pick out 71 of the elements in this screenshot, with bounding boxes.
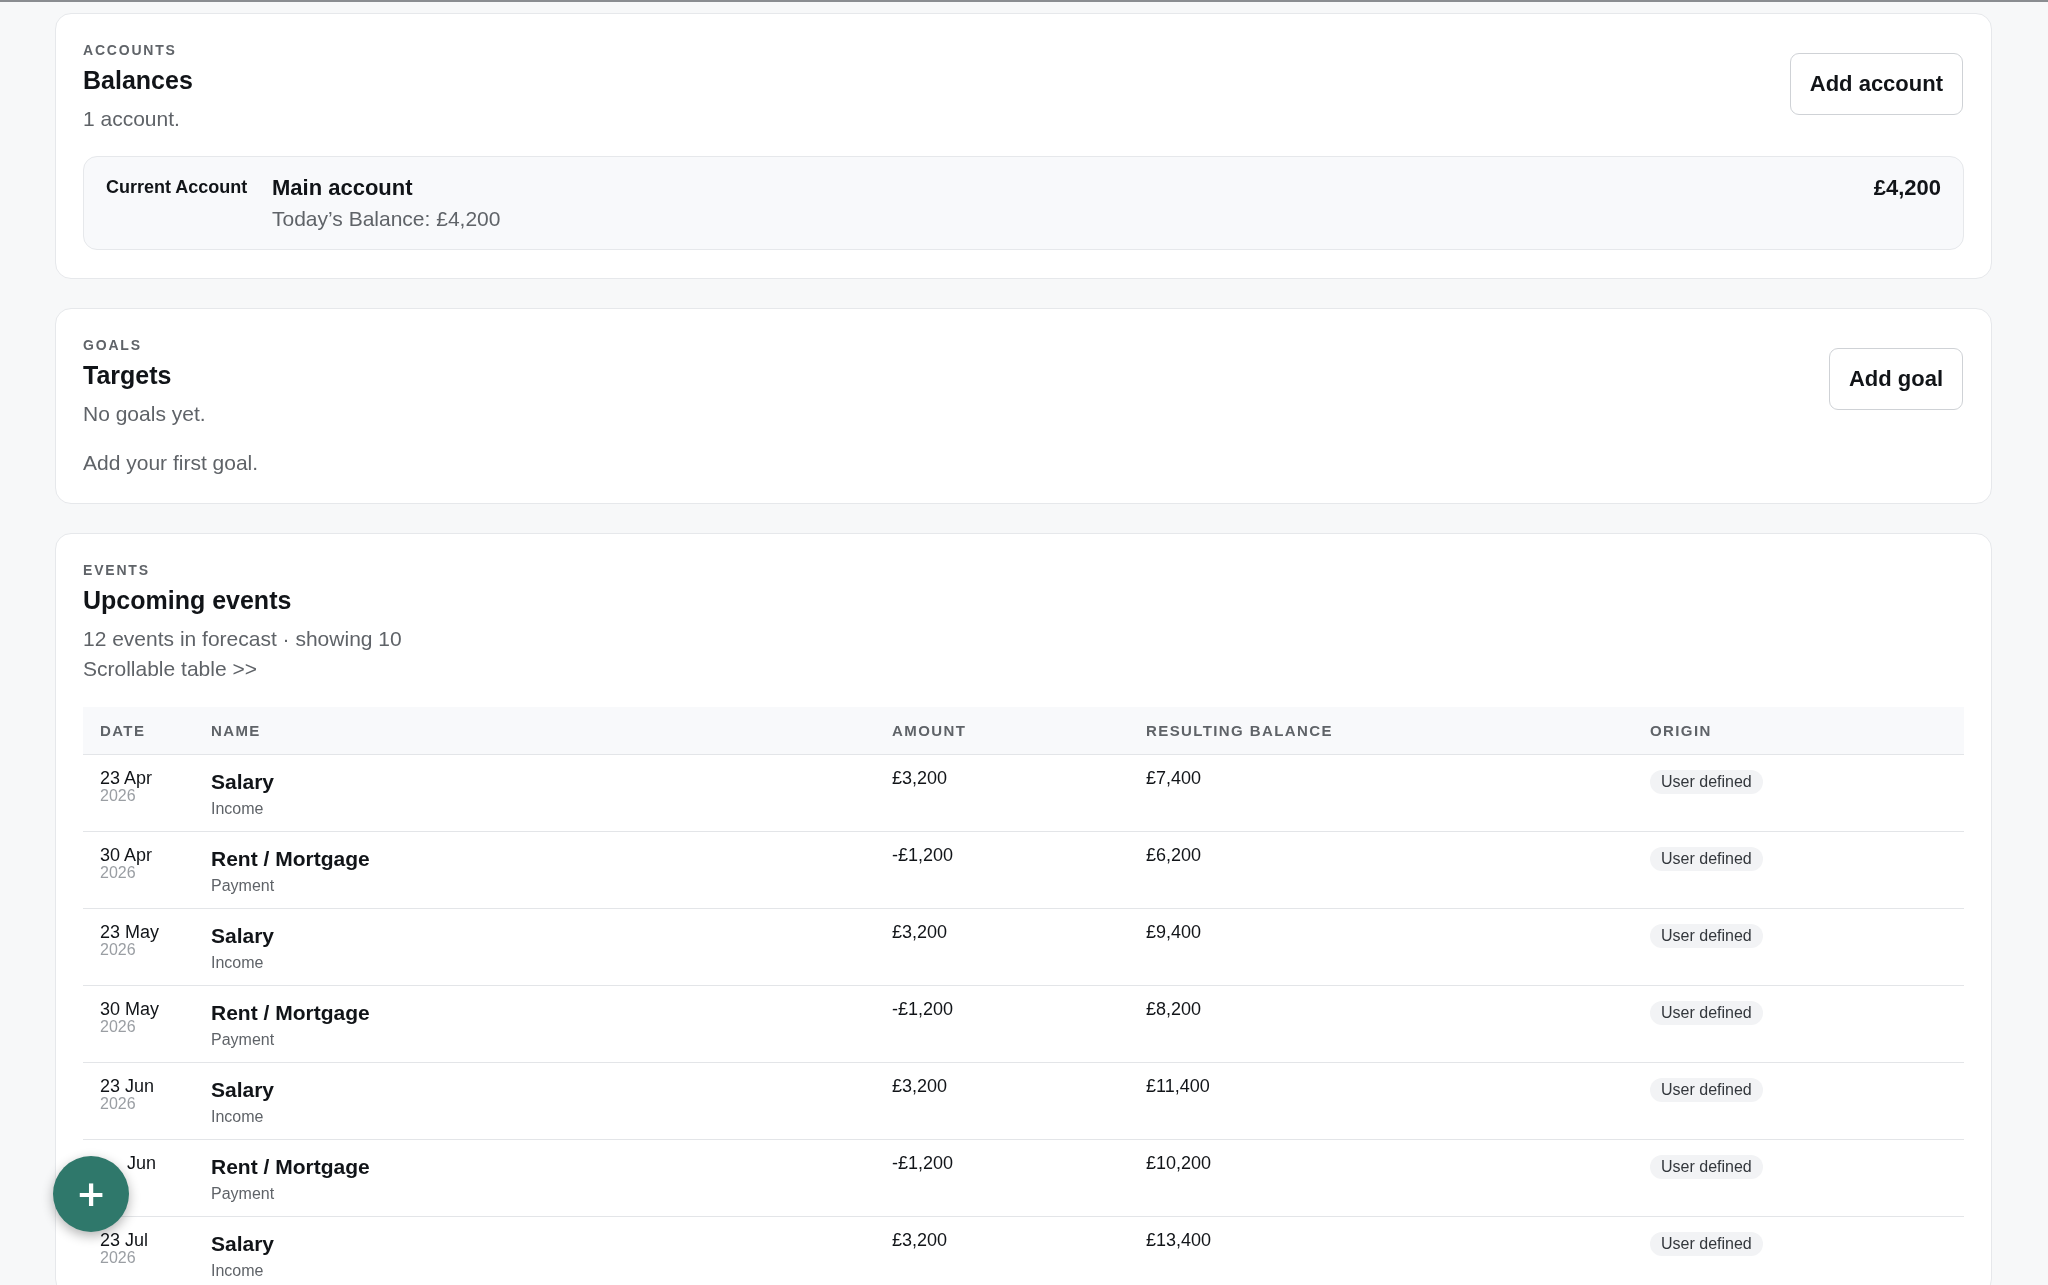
amount-text: -£1,200	[892, 999, 954, 1019]
balance-text: £8,200	[1146, 999, 1202, 1019]
event-date: 23 Jul	[100, 1230, 150, 1251]
account-row[interactable]: Current Account Main account Today’s Balance: £4,200 £4,200	[83, 156, 1964, 250]
event-name: Salary	[211, 1078, 276, 1102]
event-date: 23 Apr	[100, 768, 154, 789]
amount-text: -£1,200	[892, 845, 954, 865]
event-category: Income	[211, 954, 265, 972]
event-name: Salary	[211, 770, 276, 794]
origin-tag: User defined	[1650, 847, 1763, 871]
amount-text: -£1,200	[892, 1153, 954, 1173]
balance-text: £6,200	[1146, 845, 1202, 865]
event-year: 2026	[100, 1018, 136, 1036]
balance-text: £11,400	[1146, 1076, 1210, 1096]
balance-text: £9,400	[1146, 922, 1202, 942]
origin-tag: User defined	[1650, 770, 1763, 794]
add-button[interactable]: Add account	[1789, 53, 1963, 115]
balance-text: £10,200	[1146, 1153, 1212, 1173]
amount-text: £3,200	[892, 922, 948, 942]
event-name: Salary	[211, 924, 276, 948]
amount-text: £3,200	[892, 1076, 948, 1096]
column-header: DATE	[99, 722, 147, 739]
event-category: Payment	[211, 1031, 276, 1049]
event-date: Jun	[126, 1153, 158, 1174]
event-year: 2026	[100, 941, 136, 959]
origin-tag: User defined	[1650, 1001, 1763, 1025]
empty-hint: Add your first goal.	[83, 451, 260, 475]
summary-text: 1 account.	[83, 107, 181, 131]
account-type: Current Account	[106, 177, 249, 198]
event-category: Payment	[211, 877, 276, 895]
origin-tag: User defined	[1650, 924, 1763, 948]
account-balance-detail: Today’s Balance: £4,200	[272, 207, 502, 231]
event-date: 30 Apr	[100, 845, 154, 866]
column-header: NAME	[210, 722, 262, 739]
event-name: Rent / Mortgage	[211, 1155, 371, 1179]
section-title: Targets	[83, 361, 173, 390]
section-title: Upcoming events	[83, 586, 293, 615]
event-name: Rent / Mortgage	[211, 1001, 371, 1025]
section-label: GOALS	[83, 337, 143, 353]
event-category: Payment	[211, 1185, 276, 1203]
column-header: ORIGIN	[1649, 722, 1713, 739]
event-category: Income	[211, 1262, 265, 1280]
section-label: ACCOUNTS	[83, 42, 178, 58]
column-header: AMOUNT	[891, 722, 968, 739]
account-balance: £4,200	[1873, 175, 1941, 201]
account-name: Main account	[272, 175, 414, 201]
event-name: Salary	[211, 1232, 276, 1256]
section-label: EVENTS	[83, 562, 151, 578]
event-category: Income	[211, 1108, 265, 1126]
event-year: 2026	[100, 1249, 137, 1267]
amount-text: £3,200	[892, 768, 948, 788]
balance-text: £13,400	[1146, 1230, 1212, 1250]
event-year: 2026	[100, 864, 136, 882]
add-button[interactable]: Add goal	[1828, 348, 1963, 410]
event-year: 2026	[100, 787, 136, 805]
event-date: 23 Jun	[100, 1076, 156, 1097]
balance-text: £7,400	[1146, 768, 1202, 788]
event-year: 2026	[100, 1095, 137, 1113]
origin-tag: User defined	[1650, 1232, 1763, 1256]
event-category: Income	[211, 800, 265, 818]
origin-tag: User defined	[1650, 1078, 1763, 1102]
event-date: 23 May	[100, 922, 161, 943]
amount-text: £3,200	[892, 1230, 948, 1250]
summary-text: No goals yet.	[83, 402, 206, 426]
section-title: Balances	[83, 66, 193, 95]
summary-text: 12 events in forecast · showing 10	[83, 627, 402, 651]
event-date: 30 May	[100, 999, 161, 1020]
origin-tag: User defined	[1650, 1155, 1763, 1179]
hint-text: Scrollable table >>	[83, 657, 258, 681]
column-header: RESULTING BALANCE	[1145, 722, 1334, 739]
event-name: Rent / Mortgage	[211, 847, 371, 871]
